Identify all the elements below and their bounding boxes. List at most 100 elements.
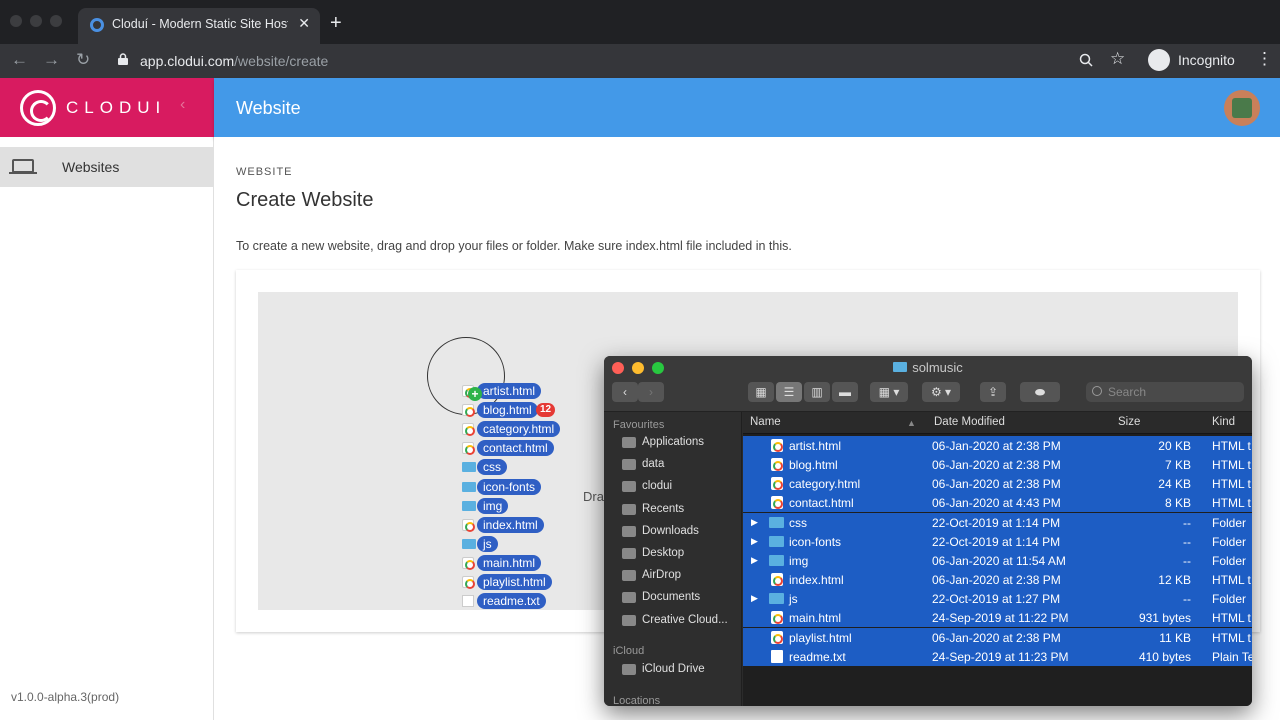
disclosure-triangle-icon[interactable]: ▶ [751, 517, 758, 528]
folder-icon [769, 593, 784, 605]
window-minimize-button[interactable] [30, 15, 42, 27]
browser-toolbar: ← → ↻ app.clodui.com/website/create ☆ In… [0, 44, 1280, 78]
icon-view-icon[interactable]: ▦ [748, 382, 774, 402]
dropzone-text: Dra [583, 489, 604, 504]
tag-icon[interactable]: ⬬ [1020, 382, 1060, 402]
column-header-name[interactable]: Name [750, 416, 781, 428]
clodui-favicon-icon [90, 18, 104, 32]
column-header-size[interactable]: Size [1118, 416, 1140, 428]
back-icon[interactable]: ← [11, 50, 28, 70]
column-header-kind[interactable]: Kind [1212, 416, 1235, 428]
disclosure-triangle-icon[interactable]: ▶ [751, 593, 758, 604]
gallery-view-icon[interactable]: ▬ [832, 382, 858, 402]
drag-item-label: contact.html [477, 440, 554, 457]
finder-row[interactable]: category.html 06-Jan-2020 at 2:38 PM 24 KB… [743, 474, 1252, 494]
html-file-icon [462, 576, 475, 589]
finder-sidebar: Favourites iCloud Locations Applications… [604, 412, 742, 706]
finder-row[interactable]: ▶ js 22-Oct-2019 at 1:27 PM -- Folder [743, 589, 1252, 609]
finder-cell-name: artist.html [789, 439, 842, 453]
tab-title: Cloduí - Modern Static Site Hosting [112, 17, 288, 31]
html-file-icon [771, 496, 783, 510]
finder-cell-kind: HTML t [1212, 458, 1251, 473]
favourites-heading: Favourites [613, 419, 665, 431]
drag-count-badge: 12 [536, 403, 556, 418]
list-view-icon[interactable]: ☰ [776, 382, 802, 402]
finder-sidebar-label: iCloud Drive [642, 663, 705, 675]
close-tab-icon[interactable]: ✕ [298, 15, 310, 32]
sidebar-item-websites[interactable]: Websites [0, 147, 213, 187]
finder-row[interactable]: blog.html 06-Jan-2020 at 2:38 PM 7 KB HTML … [743, 455, 1252, 475]
drag-item-label: img [477, 497, 509, 514]
reload-icon[interactable]: ↻ [76, 50, 90, 70]
browser-tab[interactable]: Cloduí - Modern Static Site Hosting ✕ [78, 8, 320, 44]
column-view-icon[interactable]: ▥ [804, 382, 830, 402]
drag-item-label: index.html [477, 516, 544, 533]
finder-sidebar-label: data [642, 458, 665, 471]
finder-cell-date: 06-Jan-2020 at 2:38 PM [932, 573, 1061, 588]
finder-row[interactable]: main.html 24-Sep-2019 at 11:22 PM 931 byte… [743, 608, 1252, 628]
finder-cell-date: 24-Sep-2019 at 11:23 PM [932, 649, 1069, 664]
finder-row[interactable]: playlist.html 06-Jan-2020 at 2:38 PM 11 KB… [743, 627, 1252, 647]
folder-icon [769, 516, 784, 528]
finder-cell-kind: Folder [1212, 534, 1247, 549]
bookmark-star-icon[interactable]: ☆ [1110, 49, 1125, 69]
share-icon[interactable]: ⇪ [980, 382, 1006, 402]
finder-sidebar-label: Applications [642, 436, 705, 448]
finder-search-input[interactable]: Search [1086, 382, 1244, 402]
finder-cell-kind: HTML t [1212, 439, 1251, 453]
finder-cell-name: main.html [789, 611, 842, 626]
folder-icon [622, 481, 636, 493]
zoom-icon[interactable] [1079, 53, 1093, 67]
finder-cell-name: index.html [789, 573, 844, 588]
finder-cell-date: 06-Jan-2020 at 2:38 PM [932, 439, 1061, 453]
address-bar[interactable]: app.clodui.com/website/create [106, 47, 1140, 75]
finder-forward-button[interactable]: › [638, 382, 664, 402]
html-file-icon [771, 458, 783, 472]
html-file-icon [462, 404, 475, 418]
finder-cell-size: -- [1183, 515, 1191, 530]
url-text: app.clodui.com/website/create [140, 53, 329, 69]
action-gear-icon[interactable]: ⚙ ▾ [922, 382, 960, 402]
finder-row[interactable]: ▶ css 22-Oct-2019 at 1:14 PM -- Folder [743, 512, 1252, 532]
finder-row[interactable]: contact.html 06-Jan-2020 at 4:43 PM 8 KB HT… [743, 493, 1252, 513]
finder-back-button[interactable]: ‹ [612, 382, 638, 402]
group-by-icon[interactable]: ▦ ▾ [870, 382, 908, 402]
finder-window[interactable]: solmusic ‹ › ▦ ☰ ▥ ▬ ▦ ▾ ⚙ ▾ ⇪ ⬬ Search … [604, 356, 1252, 706]
window-zoom-button[interactable] [50, 15, 62, 27]
copy-plus-icon: + [468, 387, 482, 401]
forward-icon[interactable]: → [43, 50, 60, 70]
finder-cell-size: 20 KB [1158, 439, 1191, 453]
search-placeholder: Search [1108, 385, 1147, 399]
finder-row[interactable]: artist.html 06-Jan-2020 at 2:38 PM 20 KB HT… [743, 436, 1252, 455]
disclosure-triangle-icon[interactable]: ▶ [751, 555, 758, 566]
browser-menu-icon[interactable]: ⋮ [1256, 49, 1273, 69]
finder-cell-date: 22-Oct-2019 at 1:14 PM [932, 515, 1061, 530]
finder-cell-date: 06-Jan-2020 at 2:38 PM [932, 630, 1061, 645]
finder-row[interactable]: ▶ img 06-Jan-2020 at 11:54 AM -- Folder [743, 550, 1252, 570]
finder-row[interactable]: readme.txt 24-Sep-2019 at 11:23 PM 410 byt… [743, 646, 1252, 666]
finder-cell-date: 22-Oct-2019 at 1:27 PM [932, 592, 1061, 607]
icloud-heading: iCloud [613, 645, 645, 657]
finder-cell-size: 8 KB [1164, 496, 1191, 511]
column-header-date[interactable]: Date Modified [934, 416, 1005, 428]
finder-row[interactable]: index.html 06-Jan-2020 at 2:38 PM 12 KB HTM… [743, 570, 1252, 590]
html-file-icon [462, 556, 475, 570]
finder-row[interactable]: ▶ icon-fonts 22-Oct-2019 at 1:14 PM -- Folde… [743, 531, 1252, 551]
html-file-icon [771, 439, 783, 452]
window-close-button[interactable] [10, 15, 22, 27]
finder-sidebar-label: clodui [642, 480, 673, 493]
downloads-icon [622, 525, 636, 537]
finder-cell-name: readme.txt [789, 649, 846, 664]
user-avatar[interactable] [1224, 90, 1260, 126]
locations-heading: Locations [613, 695, 661, 706]
finder-cell-name: blog.html [789, 458, 838, 473]
finder-sidebar-label: Recents [642, 502, 685, 515]
lock-icon [118, 53, 128, 65]
drag-item-label: js [477, 535, 498, 552]
finder-cell-kind: Plain Te [1212, 649, 1252, 664]
collapse-sidebar-icon[interactable]: ‹ [180, 96, 185, 114]
finder-cell-kind: Folder [1212, 515, 1247, 530]
new-tab-icon[interactable]: + [330, 12, 342, 35]
disclosure-triangle-icon[interactable]: ▶ [751, 536, 758, 547]
drag-item-label: artist.html [477, 383, 542, 399]
